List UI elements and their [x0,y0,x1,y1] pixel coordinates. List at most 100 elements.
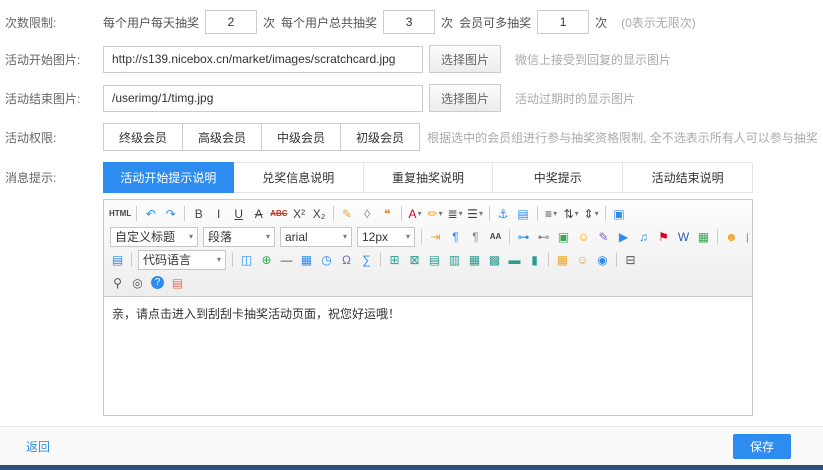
insert-table-icon[interactable]: ⊞ [385,250,404,269]
align-left-icon[interactable]: ≡▾ [542,204,561,223]
delete-table-icon[interactable]: ⊠ [405,250,424,269]
undo-icon[interactable]: ↶ [141,204,160,223]
template-icon[interactable]: ▤ [108,250,127,269]
attachment-icon[interactable]: ⊕ [257,250,276,269]
chevron-down-icon: ▾ [459,210,463,218]
ltr-paragraph-icon[interactable]: ¶ [446,227,465,246]
insert-video-icon[interactable]: ▶ [614,227,633,246]
snapshot-icon[interactable]: ▦ [694,227,713,246]
map-icon[interactable]: ⚑ [654,227,673,246]
paragraph-format-select[interactable]: 段落▾ [203,227,275,247]
start-image-url-input[interactable] [103,46,423,73]
delete-column-icon[interactable]: ▮ [525,250,544,269]
insert-row-icon[interactable]: ▤ [425,250,444,269]
end-image-label: 活动结束图片: [5,90,103,107]
formula-icon[interactable]: ∑ [357,250,376,269]
member-extra-draws-unit: 次 [595,14,607,31]
font-family-select[interactable]: arial▾ [280,227,352,247]
new-page-icon[interactable]: ▤ [514,204,533,223]
rtl-paragraph-icon[interactable]: ¶ [466,227,485,246]
permission-option-4[interactable]: 初级会员 [340,123,420,151]
scrawl-icon[interactable]: ✎ [594,227,613,246]
bold-icon[interactable]: B [189,204,208,223]
unordered-list-icon[interactable]: ☰▾ [466,204,485,223]
help-icon[interactable]: ? [148,273,167,292]
redo-icon[interactable]: ↷ [161,204,180,223]
font-size-select[interactable]: 12px▾ [357,227,415,247]
date-icon[interactable]: ▦ [297,250,316,269]
per-day-draws-input[interactable] [205,10,257,34]
print-icon[interactable]: ⊟ [621,250,640,269]
insert-image-icon[interactable]: ▣ [554,227,573,246]
chevron-down-icon: ▾ [266,233,270,241]
custom-title-select[interactable]: 自定义标题▾ [110,227,198,247]
tab-activity-end-note[interactable]: 活动结束说明 [623,162,753,193]
letter-spacing-icon[interactable]: AA [486,227,505,246]
music-icon[interactable]: ♫ [634,227,653,246]
tab-redeem-info-note[interactable]: 兑奖信息说明 [234,162,364,193]
toolbar-separator [184,206,185,221]
fullscreen-icon[interactable]: ▣ [610,204,629,223]
toolbar-separator [421,229,422,244]
special-chars-icon[interactable]: Ω [337,250,356,269]
italic-icon[interactable]: I [209,204,228,223]
end-image-url-input[interactable] [103,85,423,112]
permission-option-3[interactable]: 中级会员 [261,123,341,151]
toolbar-separator [333,206,334,221]
paragraph-spacing-icon[interactable]: ⇅▾ [562,204,581,223]
time-icon[interactable]: ◷ [317,250,336,269]
permission-option-2[interactable]: 高级会员 [182,123,262,151]
smiley-icon[interactable]: ☻ [722,227,741,246]
emotion-icon[interactable]: ☺ [574,227,593,246]
search-replace-icon[interactable]: ⚲ [108,273,127,292]
toolbar-separator [605,206,606,221]
blockquote-icon[interactable]: ❝ [378,204,397,223]
chevron-down-icon: ▾ [553,210,557,218]
format-brush-icon[interactable]: ✎ [338,204,357,223]
back-button[interactable]: 返回 [26,438,50,455]
emoji-icon[interactable]: ☺ [573,250,592,269]
indent-icon[interactable]: ⇥ [426,227,445,246]
line-height-icon[interactable]: ⇕▾ [582,204,601,223]
editor-content-area[interactable]: 亲，请点击进入到刮刮卡抽奖活动页面，祝您好运哦！ [104,297,752,415]
clear-format-icon[interactable]: ABC [269,204,288,223]
strikethrough-icon[interactable]: A [249,204,268,223]
save-button[interactable]: 保存 [733,434,791,459]
editor-toolbar-row-1: HTML ↶↷ BIUAABCX²X₂ ✎◊❝ A▾✏▾≣▾☰▾ ⚓▤ ≡▾⇅▾⇕▾ ▣ [108,202,748,225]
eraser-icon[interactable]: ◊ [358,204,377,223]
toolbar-separator [537,206,538,221]
merge-cells-icon[interactable]: ▦ [465,250,484,269]
insert-column-icon[interactable]: ▥ [445,250,464,269]
underline-icon[interactable]: U [229,204,248,223]
total-draws-input[interactable] [383,10,435,34]
font-color-icon[interactable]: A▾ [406,204,425,223]
word-image-icon[interactable]: W [674,227,693,246]
background-color-icon[interactable]: ✏▾ [426,204,445,223]
member-extra-draws-input[interactable] [537,10,589,34]
permission-option-1[interactable]: 终级会员 [103,123,183,151]
ordered-list-icon[interactable]: ≣▾ [446,204,465,223]
insert-frame-icon[interactable]: ◫ [237,250,256,269]
editor-row: HTML↶↷BIUAABCX²X₂✎◊❝A▾✏▾≣▾☰▾⚓▤≡▾⇅▾⇕▾▣ 自定… [5,199,823,416]
tab-activity-start-note[interactable]: 活动开始提示说明 [103,162,234,193]
horizontal-rule-icon[interactable]: — [277,250,296,269]
table-props-icon[interactable]: ▦ [553,250,572,269]
preview-icon[interactable]: ◎ [128,273,147,292]
toolbar-separator [401,206,402,221]
delete-row-icon[interactable]: ▬ [505,250,524,269]
end-image-choose-button[interactable]: 选择图片 [429,84,501,112]
tab-repeat-draw-note[interactable]: 重复抽奖说明 [364,162,494,193]
source-code-icon[interactable]: HTML [108,204,132,223]
split-cells-icon[interactable]: ▩ [485,250,504,269]
subscript-icon[interactable]: X₂ [310,204,329,223]
draft-icon[interactable]: ▤ [168,273,187,292]
page-setup-icon[interactable]: ▤ [742,227,748,246]
link-icon[interactable]: ⊶ [514,227,533,246]
tab-win-prize-note[interactable]: 中奖提示 [493,162,623,193]
unlink-icon[interactable]: ⊷ [534,227,553,246]
superscript-icon[interactable]: X² [290,204,309,223]
globe-icon[interactable]: ◉ [593,250,612,269]
start-image-choose-button[interactable]: 选择图片 [429,45,501,73]
anchor-icon[interactable]: ⚓ [494,204,513,223]
code-language-select[interactable]: 代码语言▾ [138,250,226,270]
